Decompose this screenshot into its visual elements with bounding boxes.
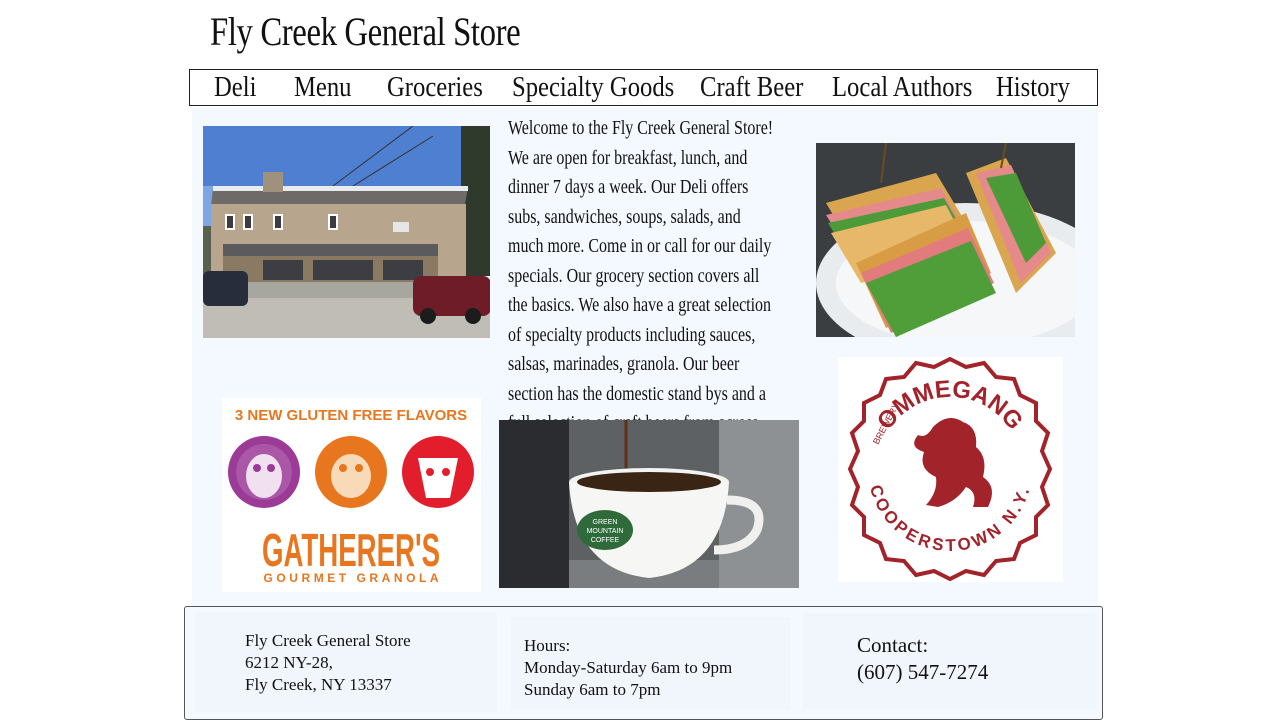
ommegang-logo: OMMEGANG COOPERSTOWN N.Y. BREWERY [838, 357, 1063, 582]
contact-phone[interactable]: (607) 547-7274 [857, 659, 988, 686]
hours-label: Hours: [524, 636, 571, 655]
footer-hours: Hours: Monday-Saturday 6am to 9pm Sunday… [524, 635, 732, 701]
footer-address: Fly Creek General Store 6212 NY-28, Fly … [245, 630, 411, 696]
cup-logo-line1: GREEN [593, 519, 618, 526]
address-line1: Fly Creek General Store [245, 631, 411, 650]
address-line3: Fly Creek, NY 13337 [245, 675, 392, 694]
cup-logo-line3: COFFEE [591, 537, 620, 544]
granola-brand: GATHERER'S [262, 524, 440, 576]
granola-banner: 3 NEW GLUTEN FREE FLAVORS [235, 407, 467, 424]
address-line2: 6212 NY-28, [245, 653, 333, 672]
cup-logo-line2: MOUNTAIN [587, 528, 624, 535]
granola-sub: GOURMET GRANOLA [264, 571, 439, 585]
nav-menu[interactable]: Menu [294, 70, 352, 104]
nav-specialty-goods[interactable]: Specialty Goods [512, 70, 674, 104]
nav-craft-beer[interactable]: Craft Beer [700, 70, 803, 104]
nav-deli[interactable]: Deli [214, 70, 256, 104]
nav-local-authors[interactable]: Local Authors [832, 70, 972, 104]
coffee-photo: GREEN MOUNTAIN COFFEE [499, 420, 799, 588]
footer-contact: Contact: (607) 547-7274 [857, 632, 988, 686]
hours-sunday: Sunday 6am to 7pm [524, 680, 661, 699]
site-title: Fly Creek General Store [210, 9, 521, 54]
nav-history[interactable]: History [996, 70, 1070, 104]
granola-ad: 3 NEW GLUTEN FREE FLAVORS GATHERER'S GOU… [222, 398, 481, 592]
main-nav: Deli Menu Groceries Specialty Goods Craf… [189, 69, 1098, 106]
contact-label: Contact: [857, 633, 929, 657]
nav-groceries[interactable]: Groceries [387, 70, 483, 104]
sandwich-photo [816, 143, 1075, 337]
hours-weekdays: Monday-Saturday 6am to 9pm [524, 658, 733, 677]
store-photo [203, 126, 490, 338]
